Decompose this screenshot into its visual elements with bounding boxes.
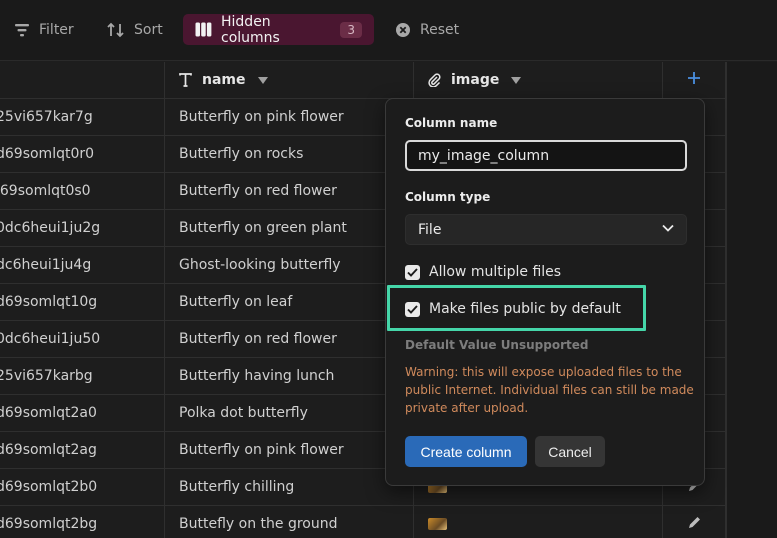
row-name: Butterfly having lunch	[179, 368, 335, 384]
row-name-cell[interactable]: Butterfly on pink flower	[165, 99, 414, 136]
row-name-cell[interactable]: Butterfly on red flower	[165, 321, 414, 358]
add-column-button[interactable]	[663, 62, 726, 99]
checkmark-icon	[407, 267, 418, 277]
row-id-cell[interactable]: d69somlqt2a0	[0, 395, 165, 432]
row-id-cell[interactable]: 25vi657karbg	[0, 358, 165, 395]
filter-label: Filter	[39, 21, 74, 38]
table-row[interactable]: d69somlqt2bg Buttefly on the ground	[0, 506, 726, 538]
row-id-cell[interactable]: l69somlqt0s0	[0, 173, 165, 210]
image-thumbnail[interactable]	[428, 518, 447, 530]
row-name-cell[interactable]: Butterfly on rocks	[165, 136, 414, 173]
column-type-select[interactable]: File	[405, 214, 687, 245]
columns-icon	[195, 22, 212, 37]
sort-icon	[107, 22, 125, 38]
column-type-value: File	[418, 221, 442, 238]
allow-multiple-files-option[interactable]: Allow multiple files	[405, 262, 561, 282]
paperclip-icon	[428, 73, 441, 87]
toolbar: Filter Sort Hidden columns 3 Reset	[0, 0, 777, 61]
column-type-label: Column type	[405, 190, 491, 204]
filter-button[interactable]: Filter	[14, 14, 74, 45]
hidden-columns-count-badge: 3	[340, 21, 362, 38]
sort-label: Sort	[134, 21, 163, 38]
row-name: Ghost-looking butterfly	[179, 257, 341, 273]
checkmark-icon	[407, 304, 418, 314]
row-id-cell[interactable]: d69somlqt10g	[0, 284, 165, 321]
row-name-cell[interactable]: Ghost-looking butterfly	[165, 247, 414, 284]
column-name-input[interactable]	[405, 140, 687, 171]
row-id: d69somlqt2bg	[0, 516, 98, 532]
row-name: Butterfly chilling	[179, 479, 295, 495]
cancel-button[interactable]: Cancel	[535, 436, 605, 467]
allow-multiple-files-checkbox[interactable]	[405, 264, 420, 280]
row-name-cell[interactable]: Butterfly on pink flower	[165, 432, 414, 469]
pencil-icon[interactable]	[688, 516, 701, 533]
reset-button[interactable]: Reset	[395, 14, 459, 45]
row-id: l69somlqt0s0	[0, 183, 91, 199]
default-value-label: Default Value Unsupported	[405, 338, 589, 352]
column-header-name-label: name	[202, 72, 246, 88]
row-name-cell[interactable]: Butterfly on green plant	[165, 210, 414, 247]
row-name: Butterfly on rocks	[179, 146, 304, 162]
caret-down-icon[interactable]	[257, 76, 268, 84]
row-id-cell[interactable]: d69somlqt0r0	[0, 136, 165, 173]
row-name: Butterfly on red flower	[179, 183, 337, 199]
caret-down-icon[interactable]	[511, 76, 522, 84]
row-id-cell[interactable]: d69somlqt2bg	[0, 506, 165, 538]
row-id-cell[interactable]: 0dc6heui1ju50	[0, 321, 165, 358]
create-column-button[interactable]: Create column	[405, 436, 527, 467]
make-files-public-label: Make files public by default	[429, 301, 621, 317]
row-id-cell[interactable]: 0dc6heui1ju2g	[0, 210, 165, 247]
hidden-columns-button[interactable]: Hidden columns 3	[183, 13, 374, 46]
row-name: Buttefly on the ground	[179, 516, 338, 532]
row-id: d69somlqt2a0	[0, 405, 97, 421]
row-id-cell[interactable]: dc6heui1ju4g	[0, 247, 165, 284]
row-action-cell[interactable]	[663, 506, 726, 538]
row-id-cell[interactable]: d69somlqt2b0	[0, 469, 165, 506]
column-header-id[interactable]	[0, 62, 165, 99]
column-header-image[interactable]: image	[414, 62, 663, 99]
make-files-public-option[interactable]: Make files public by default	[405, 299, 621, 319]
row-id: 0dc6heui1ju50	[0, 331, 101, 347]
allow-multiple-files-label: Allow multiple files	[429, 264, 562, 280]
row-name-cell[interactable]: Butterfly on leaf	[165, 284, 414, 321]
row-id: d69somlqt0r0	[0, 146, 95, 162]
row-id-cell[interactable]: d69somlqt2ag	[0, 432, 165, 469]
chevron-down-icon	[662, 224, 674, 232]
new-column-popover: Column name Column type File Allow multi…	[385, 98, 705, 486]
table-scroll-gutter	[726, 62, 777, 538]
row-name-cell[interactable]: Butterfly chilling	[165, 469, 414, 506]
row-id: d69somlqt2b0	[0, 479, 98, 495]
table-header: name image	[0, 62, 726, 99]
row-id: dc6heui1ju4g	[0, 257, 92, 273]
row-name-cell[interactable]: Buttefly on the ground	[165, 506, 414, 538]
row-image-cell[interactable]	[414, 506, 663, 538]
sort-button[interactable]: Sort	[107, 14, 163, 45]
filter-icon	[14, 22, 30, 38]
row-id: 0dc6heui1ju2g	[0, 220, 101, 236]
row-id: 25vi657kar7g	[0, 109, 93, 125]
row-id: d69somlqt10g	[0, 294, 98, 310]
reset-label: Reset	[420, 21, 460, 38]
row-name: Polka dot butterfly	[179, 405, 308, 421]
row-name: Butterfly on pink flower	[179, 442, 344, 458]
row-id: 25vi657karbg	[0, 368, 93, 384]
public-warning-text: Warning: this will expose uploaded files…	[405, 365, 694, 415]
make-files-public-checkbox[interactable]	[405, 301, 420, 317]
row-name-cell[interactable]: Butterfly having lunch	[165, 358, 414, 395]
row-id-cell[interactable]: 25vi657kar7g	[0, 99, 165, 136]
row-name-cell[interactable]: Butterfly on red flower	[165, 173, 414, 210]
row-name-cell[interactable]: Polka dot butterfly	[165, 395, 414, 432]
column-header-image-label: image	[451, 72, 500, 88]
row-name: Butterfly on green plant	[179, 220, 347, 236]
row-name: Butterfly on red flower	[179, 331, 337, 347]
row-name: Butterfly on leaf	[179, 294, 293, 310]
hidden-columns-label: Hidden columns	[221, 13, 280, 46]
row-name: Butterfly on pink flower	[179, 109, 344, 125]
plus-icon	[687, 71, 701, 89]
column-header-name[interactable]: name	[165, 62, 414, 99]
text-type-icon	[179, 73, 192, 87]
column-name-label: Column name	[405, 116, 498, 130]
reset-icon	[395, 22, 411, 38]
row-id: d69somlqt2ag	[0, 442, 97, 458]
